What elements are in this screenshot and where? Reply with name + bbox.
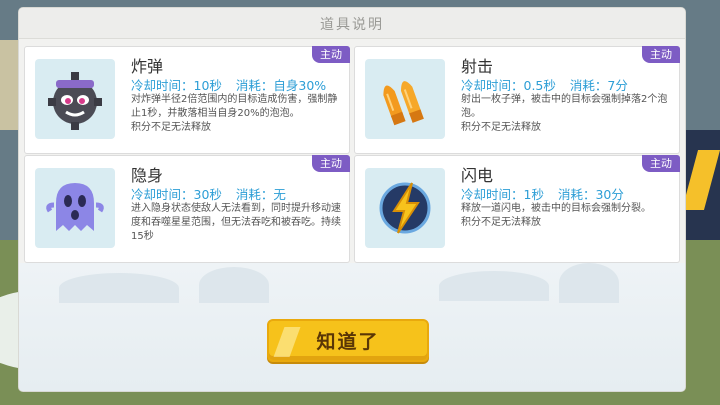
item-note: 积分不足无法释放	[461, 122, 541, 133]
item-description-text: 释放一道闪电，被击中的目标会强制分裂。	[461, 203, 651, 214]
dialog-title: 道具说明	[320, 17, 384, 33]
button-shine	[273, 327, 301, 357]
bomb-icon	[48, 72, 102, 130]
item-name: 射击	[461, 57, 494, 76]
bullets-icon	[383, 81, 424, 126]
scenery-hill	[439, 271, 549, 301]
item-cooldown: 冷却时间：0.5秒	[461, 78, 556, 93]
item-stats: 冷却时间：1秒 消耗：30分	[461, 184, 634, 203]
item-icon-tile	[35, 168, 115, 248]
active-tag: 主动	[642, 155, 680, 172]
item-note: 积分不足无法释放	[461, 217, 541, 228]
item-icon-tile	[365, 59, 445, 139]
confirm-button-label: 知道了	[316, 331, 380, 353]
active-tag: 主动	[642, 46, 680, 63]
item-cost: 消耗：自身30%	[235, 78, 327, 93]
item-cooldown: 冷却时间：30秒	[131, 187, 222, 202]
item-description: 释放一道闪电，被击中的目标会强制分裂。 积分不足无法释放	[461, 202, 671, 230]
item-name: 隐身	[131, 166, 164, 185]
item-name: 炸弹	[131, 57, 164, 76]
item-note: 积分不足无法释放	[131, 122, 211, 133]
item-icon-tile	[365, 168, 445, 248]
item-icon-tile	[35, 59, 115, 139]
scenery-hill	[559, 263, 619, 303]
item-description: 射出一枚子弹，被击中的目标会强制掉落2个泡泡。 积分不足无法释放	[461, 93, 671, 135]
ghost-icon	[46, 183, 104, 231]
item-cost: 消耗：7分	[569, 78, 628, 93]
item-card-stealth: 主动 隐身 冷却时间：30秒 消耗：无 进入隐身状态使敌人无法看到，同时提升移动…	[24, 155, 350, 263]
item-cooldown: 冷却时间：10秒	[131, 78, 222, 93]
item-description-text: 射出一枚子弹，被击中的目标会强制掉落2个泡泡。	[461, 94, 668, 119]
confirm-button[interactable]: 知道了	[267, 319, 429, 362]
dialog-header: 道具说明	[19, 8, 685, 39]
item-cost: 消耗：无	[235, 187, 286, 202]
item-description-text: 对炸弹半径2倍范围内的目标造成伤害，强制静止1秒，并散落相当自身20%的泡泡。	[131, 94, 338, 119]
item-info-dialog: 道具说明 主动 炸弹 冷却时间：10秒 消耗：自身30% 对炸弹半径2倍范围内的…	[19, 8, 685, 391]
item-stats: 冷却时间：10秒 消耗：自身30%	[131, 75, 336, 94]
scenery-hill	[199, 267, 269, 303]
item-stats: 冷却时间：30秒 消耗：无	[131, 184, 296, 203]
active-tag: 主动	[312, 46, 350, 63]
item-card-lightning: 主动 闪电 冷却时间：1秒 消耗：30分 释放一道闪电，被击中的目标会强制分裂。…	[354, 155, 680, 263]
lightning-icon	[379, 182, 431, 234]
item-card-bomb: 主动 炸弹 冷却时间：10秒 消耗：自身30% 对炸弹半径2倍范围内的目标造成伤…	[24, 46, 350, 154]
item-description: 对炸弹半径2倍范围内的目标造成伤害，强制静止1秒，并散落相当自身20%的泡泡。 …	[131, 93, 341, 135]
item-stats: 冷却时间：0.5秒 消耗：7分	[461, 75, 638, 94]
item-cooldown: 冷却时间：1秒	[461, 187, 544, 202]
scenery-hill	[59, 273, 179, 303]
item-card-shoot: 主动 射击 冷却时间：0.5秒 消耗：7分 射出一枚子弹，被击中的目标会强制掉落…	[354, 46, 680, 154]
active-tag: 主动	[312, 155, 350, 172]
item-description-text: 进入隐身状态使敌人无法看到，同时提升移动速度和吞噬星星范围，但无法吞吃和被吞吃。…	[131, 203, 341, 242]
item-cost: 消耗：30分	[557, 187, 624, 202]
item-name: 闪电	[461, 166, 494, 185]
item-description: 进入隐身状态使敌人无法看到，同时提升移动速度和吞噬星星范围，但无法吞吃和被吞吃。…	[131, 202, 341, 244]
